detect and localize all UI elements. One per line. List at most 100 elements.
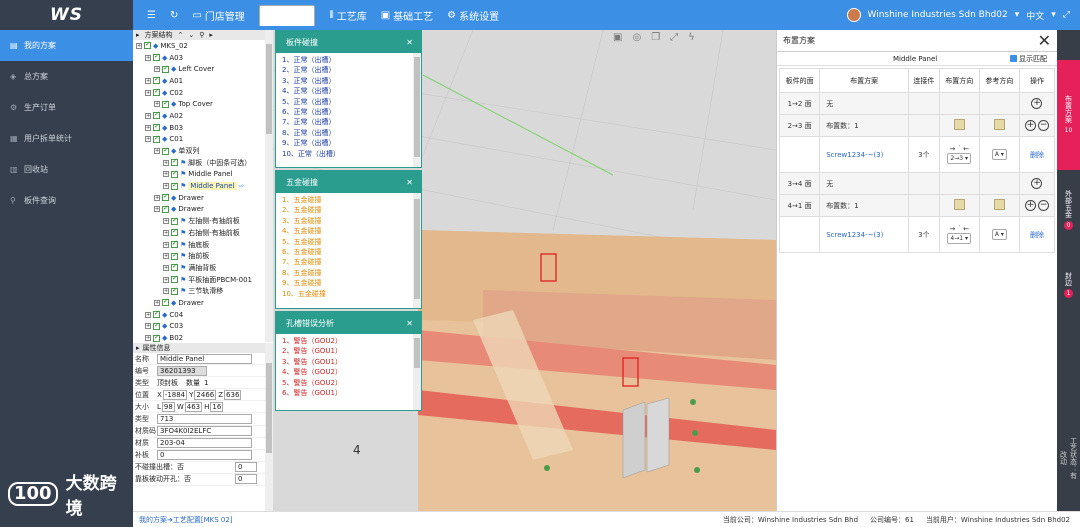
right-tab-0[interactable]: 布置方案 10 (1057, 60, 1080, 170)
list-item[interactable]: 3、警告（GOU1） (276, 357, 421, 367)
tree-row[interactable]: + ⚑Middle Panel⇨ (136, 180, 272, 192)
expand-icon[interactable]: + (163, 241, 169, 248)
expand-all-icon[interactable]: ⌃ (178, 31, 184, 39)
expand-icon[interactable]: + (145, 112, 151, 119)
sidebar-item-5[interactable]: ⚲ 板件查询 (0, 185, 133, 216)
list-item[interactable]: 5、警告（GOU2） (276, 378, 421, 388)
avatar[interactable] (846, 8, 861, 22)
list-item[interactable]: 1、正常（出槽） (276, 55, 421, 65)
expand-icon[interactable]: + (163, 159, 169, 166)
tree-checkbox[interactable] (171, 169, 178, 178)
expand-icon[interactable]: + (163, 276, 169, 283)
tree-row[interactable]: + ◆Top Cover (136, 98, 272, 110)
list-item[interactable]: 9、五金碰撞 (276, 278, 421, 288)
list-item[interactable]: 1、五金碰撞 (276, 195, 421, 205)
close-icon[interactable]: ✕ (406, 319, 413, 328)
size-h-field[interactable]: 16 (210, 401, 224, 412)
list-item[interactable]: 9、正常（出槽） (276, 138, 421, 148)
remove-icon[interactable]: − (1038, 120, 1050, 131)
search-icon[interactable]: ⚲ (199, 31, 204, 39)
expand-icon[interactable]: + (154, 66, 160, 73)
list-item[interactable]: 4、五金碰撞 (276, 226, 421, 236)
list-item[interactable]: 2、正常（出槽） (276, 65, 421, 75)
expand-icon[interactable]: + (154, 299, 160, 306)
tree-row[interactable]: + ◆A02 (136, 110, 272, 122)
tree-row[interactable]: + ⚑平板抽面PBCM-001 (136, 274, 272, 286)
expand-icon[interactable]: + (154, 206, 160, 213)
top-menu-4[interactable]: ⚙ 系统设置 (447, 5, 499, 26)
face-cell[interactable]: 2→3 面 (778, 114, 821, 137)
tree-row[interactable]: + ◆A03 (136, 52, 272, 64)
add-icon[interactable]: + (1031, 178, 1043, 189)
tree-checkbox[interactable] (171, 286, 178, 295)
tree-checkbox[interactable] (171, 251, 178, 260)
tree-row[interactable]: + ◆B02 (136, 332, 272, 342)
expand-icon[interactable]: + (163, 183, 169, 190)
expand-icon[interactable]: + (145, 335, 151, 342)
expand-icon[interactable]: + (163, 253, 169, 260)
tree-row[interactable]: + ◆C03 (136, 321, 272, 333)
expand-icon[interactable]: + (145, 54, 151, 61)
tree-checkbox[interactable] (171, 181, 178, 190)
delete-link[interactable]: 删除 (1018, 216, 1056, 253)
top-menu-0[interactable]: ▭ 门店管理 (192, 5, 244, 26)
top-menu-2[interactable]: ⦀ 工艺库 (329, 5, 366, 26)
sidebar-item-0[interactable]: ▤ 我的方案 (0, 30, 133, 61)
tree-checkbox[interactable] (171, 239, 178, 249)
tree-checkbox[interactable] (153, 52, 160, 62)
breadcrumb[interactable]: 我的方案➔工艺配置[MKS 02] (139, 515, 233, 525)
kind-field[interactable]: 713 (157, 414, 252, 425)
pos-y-field[interactable]: 2466 (194, 389, 217, 400)
tree-row[interactable]: + ◆Drawer (136, 204, 272, 216)
cube-icon[interactable]: ❐ (651, 32, 660, 43)
dropdown-icon[interactable]: ▾ (1051, 10, 1056, 20)
expand-icon[interactable]: + (163, 218, 169, 225)
name-field[interactable]: Middle Panel (157, 353, 252, 364)
list-item[interactable]: 3、五金碰撞 (276, 216, 421, 226)
close-icon[interactable]: ✕ (406, 38, 413, 47)
props-scrollbar[interactable] (265, 343, 273, 512)
expand-icon[interactable]: + (163, 229, 169, 236)
list-item[interactable]: 8、正常（出槽） (276, 128, 421, 138)
tree-row[interactable]: + ◆C04 (136, 309, 272, 321)
screw-link[interactable]: Screw1234-~(3) (819, 216, 910, 253)
dropdown-icon[interactable]: ▾ (1015, 10, 1020, 20)
list-item[interactable]: 4、警告（GOU2） (276, 367, 421, 377)
tree-row[interactable]: + ⚑三节轨滑移 (136, 285, 272, 297)
list-item[interactable]: 8、五金碰撞 (276, 268, 421, 278)
reference-select[interactable]: A ▾ (991, 229, 1007, 240)
expand-icon[interactable]: + (136, 42, 142, 49)
close-icon[interactable]: ✕ (1038, 31, 1051, 50)
collapse-all-icon[interactable]: ⌄ (188, 31, 194, 39)
pos-x-field[interactable]: -1884 (162, 389, 188, 400)
tree-checkbox[interactable] (171, 157, 178, 167)
sidebar-item-4[interactable]: ▥ 回收站 (0, 154, 133, 185)
fullscreen-icon[interactable]: ⤢ (1063, 10, 1070, 20)
tree-checkbox[interactable] (171, 227, 178, 237)
tree-checkbox[interactable] (171, 274, 178, 284)
list-item[interactable]: 10、正常（出槽） (276, 149, 421, 159)
expand-icon[interactable]: + (163, 264, 169, 271)
material-field[interactable]: 203-04 (157, 438, 252, 449)
edit-icon[interactable] (993, 119, 1005, 130)
top-menu-3[interactable]: ▣ 基础工艺 (381, 5, 433, 26)
expand-icon[interactable]: + (145, 136, 151, 143)
expand-icon[interactable]: + (145, 77, 151, 84)
tree-checkbox[interactable] (153, 110, 160, 120)
list-item[interactable]: 1、警告（GOU2） (276, 336, 421, 346)
direction-select[interactable]: 4→1 ▾ (947, 233, 971, 244)
show-match-checkbox[interactable] (1010, 55, 1017, 62)
reference-select[interactable]: A ▾ (991, 149, 1007, 160)
list-item[interactable]: 6、警告（GOU1） (276, 388, 421, 398)
expand-icon[interactable]: + (145, 89, 151, 96)
add-icon[interactable]: + (1024, 200, 1036, 211)
screw-link[interactable]: Screw1234-~(3) (819, 136, 910, 173)
user-menu[interactable]: Winshine Industries Sdn Bhd02 (868, 10, 1008, 20)
tree-checkbox[interactable] (153, 309, 160, 319)
expand-icon[interactable]: + (154, 194, 160, 201)
expand-icon[interactable]: + (163, 171, 169, 178)
tree-checkbox[interactable] (162, 146, 169, 155)
collapse-icon[interactable]: ▸ (136, 31, 140, 39)
right-tab-3[interactable]: 工艺状态：有改动 (1057, 435, 1080, 480)
tree-row[interactable]: + ⚑抽前板 (136, 250, 272, 262)
